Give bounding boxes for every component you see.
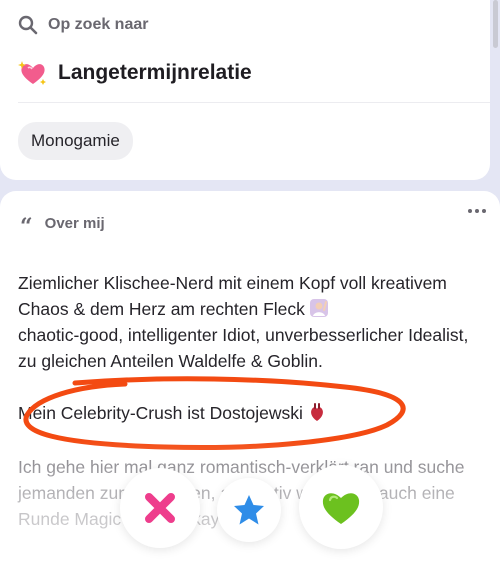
scrollbar[interactable] (493, 0, 498, 48)
relationship-goal-label: Langetermijnrelatie (58, 61, 252, 84)
about-text-1-tail: chaotic-good, intelligenter Idiot, unver… (18, 325, 469, 371)
superlike-star-icon (234, 495, 264, 525)
heart-sparkle-icon (18, 58, 48, 88)
pass-button[interactable] (120, 468, 200, 548)
looking-for-title: Op zoek naar (48, 16, 149, 33)
woman-raising-hand-icon (309, 298, 329, 318)
about-paragraph-1: Ziemlicher Klischee-Nerd mit einem Kopf … (18, 270, 480, 374)
search-icon (18, 15, 38, 35)
quote-icon: “ (20, 214, 33, 240)
chip-monogamy: Monogamie (18, 122, 133, 160)
like-button[interactable] (299, 465, 383, 549)
annotation-circle (23, 376, 406, 451)
about-me-header: “ Over mij (20, 212, 105, 240)
about-text-1: Ziemlicher Klischee-Nerd mit einem Kopf … (18, 273, 447, 319)
looking-for-card: Op zoek naar Langetermijnrelatie Monogam… (0, 0, 490, 180)
more-dots-icon[interactable] (468, 209, 486, 213)
like-heart-icon (322, 493, 360, 524)
superlike-button[interactable] (217, 478, 281, 542)
divider (18, 102, 490, 103)
pass-x-icon (145, 493, 175, 523)
looking-for-header: Op zoek naar (18, 15, 148, 35)
relationship-goal: Langetermijnrelatie (18, 58, 252, 88)
about-me-title: Over mij (44, 214, 105, 232)
